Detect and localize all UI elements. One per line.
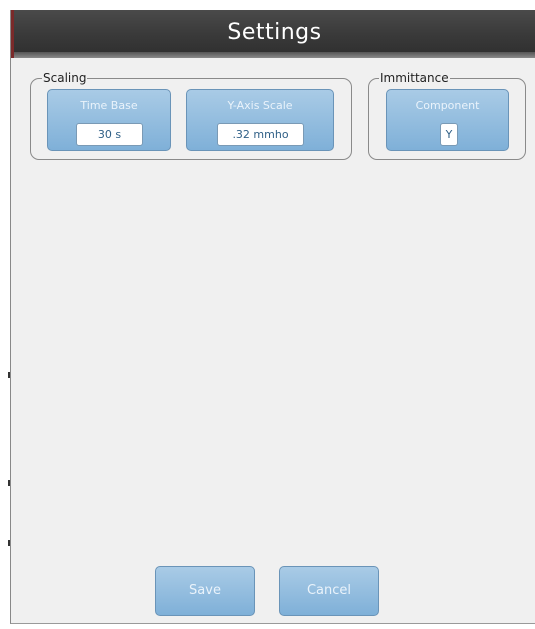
settings-window: Settings Scaling Time Base 30 s Y-Axis S… — [10, 10, 535, 624]
window-title: Settings — [227, 20, 322, 45]
scaling-group: Scaling Time Base 30 s Y-Axis Scale .32 … — [30, 70, 352, 160]
y-axis-scale-value[interactable]: .32 mmho — [217, 123, 304, 146]
immittance-group-label: Immittance — [379, 70, 450, 86]
immittance-group: Immittance Component Y — [368, 70, 526, 160]
component-title: Component — [415, 99, 480, 112]
save-button[interactable]: Save — [155, 566, 255, 616]
time-base-button[interactable]: Time Base 30 s — [47, 89, 171, 151]
component-value[interactable]: Y — [440, 123, 458, 146]
cancel-button[interactable]: Cancel — [279, 566, 379, 616]
scaling-group-label: Scaling — [42, 70, 88, 86]
y-axis-scale-button[interactable]: Y-Axis Scale .32 mmho — [186, 89, 334, 151]
y-axis-scale-title: Y-Axis Scale — [227, 99, 293, 112]
time-base-title: Time Base — [80, 99, 138, 112]
time-base-value[interactable]: 30 s — [76, 123, 143, 146]
component-button[interactable]: Component Y — [386, 89, 509, 151]
title-bar: Settings — [11, 10, 535, 58]
